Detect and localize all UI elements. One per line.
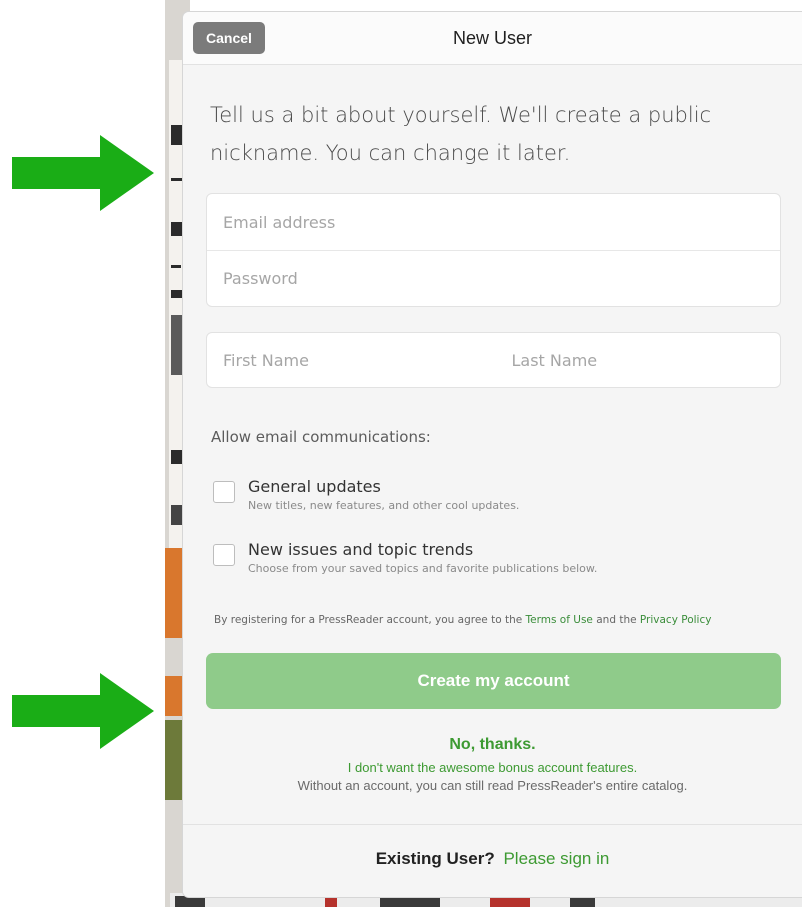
communications-label: Allow email communications: xyxy=(211,428,431,446)
first-name-field[interactable]: First Name xyxy=(207,351,494,370)
no-account-note: Without an account, you can still read P… xyxy=(297,778,688,793)
dialog-footer: Existing User? Please sign in xyxy=(183,824,802,897)
create-account-button[interactable]: Create my account xyxy=(206,653,781,709)
credentials-group: Email address Password xyxy=(206,193,781,307)
existing-user-label: Existing User? xyxy=(375,849,495,868)
arrow-right-icon xyxy=(12,135,154,211)
name-group: First Name Last Name xyxy=(206,332,781,388)
dialog-header: Cancel New User xyxy=(183,12,802,65)
terms-prefix: By registering for a PressReader account… xyxy=(214,614,523,626)
general-updates-checkbox[interactable] xyxy=(213,481,235,503)
option-subtitle: New titles, new features, and other cool… xyxy=(248,499,520,512)
option-subtitle: Choose from your saved topics and favori… xyxy=(248,562,598,575)
option-title: New issues and topic trends xyxy=(248,540,474,559)
no-thanks-subtitle[interactable]: I don't want the awesome bonus account f… xyxy=(183,760,802,775)
sign-in-link[interactable]: Please sign in xyxy=(503,849,609,868)
privacy-policy-link[interactable]: Privacy Policy xyxy=(640,614,712,626)
topic-trends-checkbox[interactable] xyxy=(213,544,235,566)
no-thanks-link[interactable]: No, thanks. xyxy=(183,736,802,754)
password-field[interactable]: Password xyxy=(207,250,780,306)
email-field[interactable]: Email address xyxy=(207,194,780,250)
intro-line-2: nickname. You can change it later. xyxy=(210,141,571,165)
last-name-field[interactable]: Last Name xyxy=(494,351,781,370)
arrow-right-icon xyxy=(12,673,154,749)
option-title: General updates xyxy=(248,477,381,496)
intro-line-1: Tell us a bit about yourself. We'll crea… xyxy=(210,103,712,127)
new-user-dialog: Cancel New User Tell us a bit about your… xyxy=(183,12,802,897)
dialog-title: New User xyxy=(452,28,532,48)
terms-middle: and the xyxy=(596,614,637,626)
terms-of-use-link[interactable]: Terms of Use xyxy=(526,614,593,626)
terms-notice: By registering for a PressReader account… xyxy=(214,614,784,626)
intro-text: Tell us a bit about yourself. We'll crea… xyxy=(210,96,770,172)
